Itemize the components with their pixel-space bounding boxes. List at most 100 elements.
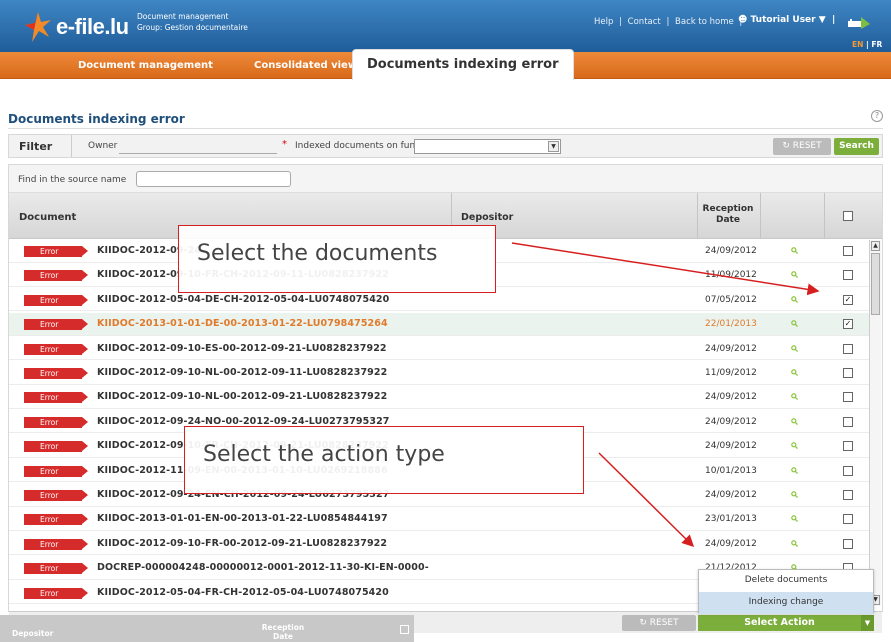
depositor-cell — [451, 362, 697, 384]
e-file-logo[interactable]: e-file.lu — [24, 8, 144, 48]
magnifier-icon[interactable] — [791, 417, 798, 425]
magnifier-icon[interactable] — [791, 466, 798, 474]
chevron-down-icon[interactable]: ▼ — [861, 615, 874, 631]
reception-date: 22/01/2013 — [705, 319, 757, 330]
document-name[interactable]: KIIDOC-2012-05-04-DE-CH-2012-05-04-LU074… — [97, 294, 389, 305]
row-checkbox[interactable] — [843, 246, 853, 256]
filter-divider — [71, 135, 72, 157]
menu-item-delete-documents[interactable]: Delete documents — [699, 570, 873, 592]
scroll-thumb[interactable] — [871, 253, 880, 315]
row-checkbox[interactable] — [843, 416, 853, 427]
magnifier-icon[interactable] — [791, 491, 798, 498]
back-home-link[interactable]: Back to home — [675, 17, 734, 27]
scroll-up-icon[interactable]: ▲ — [871, 241, 880, 251]
error-badge: Error — [24, 441, 88, 453]
logout-icon[interactable] — [847, 16, 871, 30]
row-checkbox[interactable] — [843, 514, 853, 525]
reception-date: 24/09/2012 — [705, 392, 757, 403]
row-checkbox[interactable] — [843, 441, 853, 452]
document-name[interactable]: KIIDOC-2012-09-10-NL-00-2012-09-21-LU082… — [97, 391, 387, 402]
document-name[interactable]: KIIDOC-2012-05-04-FR-CH-2012-05-04-LU074… — [97, 587, 389, 598]
select-action-button[interactable]: Select Action — [698, 615, 861, 631]
table-row[interactable]: Error KIIDOC-2012-09-10-NL-00-2012-09-11-… — [9, 362, 869, 385]
magnifier-icon[interactable] — [791, 320, 798, 328]
tab-document-management[interactable]: Document management — [78, 52, 213, 79]
table-row[interactable]: Error KIIDOC-2012-09-10-NL-00-2012-09-21-… — [9, 386, 869, 409]
column-document[interactable]: Document — [19, 212, 76, 223]
table-row[interactable]: Error KIIDOC-2012-09-10-ES-00-2012-09-21-… — [9, 338, 869, 361]
user-icon: ☻ — [738, 15, 748, 25]
document-name[interactable]: KIIDOC-2012-09-10-FR-00-2012-09-21-LU082… — [97, 538, 387, 549]
select-all-checkbox[interactable] — [843, 211, 853, 221]
help-link[interactable]: Help — [594, 17, 613, 27]
ghost-reception-label: Reception Date — [261, 623, 305, 641]
table-row[interactable]: Error KIIDOC-2013-01-01-DE-00-2013-01-22-… — [9, 313, 869, 336]
source-name-search-input[interactable] — [136, 171, 291, 187]
row-checkbox[interactable] — [843, 343, 853, 354]
user-name: Tutorial User — [750, 15, 816, 25]
filter-reset-button[interactable]: ↻ RESET — [773, 138, 831, 155]
vertical-scrollbar[interactable]: ▲ ▼ — [869, 240, 881, 606]
row-checkbox[interactable] — [843, 465, 853, 476]
grid-reset-button[interactable]: ↻ RESET — [622, 615, 696, 631]
magnifier-icon[interactable] — [791, 515, 798, 523]
magnifier-icon[interactable] — [791, 295, 798, 303]
row-checkbox[interactable]: ✓ — [843, 319, 853, 330]
magnifier-icon[interactable] — [791, 442, 798, 450]
reception-date: 24/09/2012 — [705, 246, 757, 256]
magnifier-icon[interactable] — [791, 393, 798, 401]
reception-date: 24/09/2012 — [705, 490, 757, 500]
tab-consolidated-view[interactable]: Consolidated view — [254, 52, 357, 79]
table-row[interactable]: Error KIIDOC-2012-09-10-FR-00-2012-09-21-… — [9, 533, 869, 556]
document-name[interactable]: KIIDOC-2013-01-01-EN-00-2013-01-22-LU085… — [97, 513, 388, 524]
reception-date: 07/05/2012 — [705, 294, 757, 305]
user-separator: | — [828, 15, 836, 25]
magnifier-icon[interactable] — [791, 539, 798, 547]
document-name[interactable]: KIIDOC-2012-09-10-ES-00-2012-09-21-LU082… — [97, 343, 387, 354]
column-depositor[interactable]: Depositor — [461, 212, 513, 223]
contact-link[interactable]: Contact — [628, 17, 661, 27]
magnifier-icon[interactable] — [791, 344, 798, 352]
row-checkbox[interactable]: ✓ — [843, 294, 853, 305]
reception-date: 24/09/2012 — [705, 441, 757, 452]
owner-label: Owner — [88, 141, 118, 151]
error-badge: Error — [24, 490, 88, 501]
lang-fr[interactable]: FR — [871, 40, 882, 49]
magnifier-icon[interactable] — [791, 369, 798, 376]
action-menu: Delete documents Indexing change — [698, 569, 874, 614]
row-checkbox[interactable] — [843, 538, 853, 549]
depositor-cell — [451, 582, 697, 604]
language-switch: EN | FR — [852, 40, 882, 49]
table-row[interactable]: Error KIIDOC-2013-01-01-EN-00-2013-01-22-… — [9, 508, 869, 531]
link-separator: | — [619, 17, 622, 27]
row-checkbox[interactable] — [843, 270, 853, 281]
error-badge: Error — [24, 368, 88, 379]
column-reception-date[interactable]: Reception Date — [701, 204, 755, 226]
magnifier-icon[interactable] — [791, 271, 798, 279]
error-badge: Error — [24, 246, 88, 257]
help-icon[interactable]: ? — [871, 110, 883, 122]
e-file-logo-mark — [25, 12, 51, 42]
search-button[interactable]: Search — [834, 138, 879, 155]
lang-en[interactable]: EN — [852, 40, 863, 49]
magnifier-icon[interactable] — [791, 247, 798, 254]
callout-select-documents: Select the documents — [178, 225, 496, 293]
row-checkbox[interactable] — [843, 368, 853, 378]
reset-icon: ↻ — [782, 141, 790, 151]
tab-documents-indexing-error[interactable]: Documents indexing error — [352, 49, 574, 80]
fund-select[interactable]: ▼ — [414, 139, 561, 154]
menu-item-indexing-change[interactable]: Indexing change — [699, 592, 873, 614]
document-name[interactable]: DOCREP-000004248-00000012-0001-2012-11-3… — [97, 562, 429, 573]
owner-field[interactable] — [119, 140, 277, 154]
reception-date: 11/09/2012 — [705, 368, 757, 378]
callout-select-action-type: Select the action type — [184, 426, 584, 494]
reception-date: 24/09/2012 — [705, 538, 757, 549]
error-badge: Error — [24, 319, 88, 331]
row-checkbox[interactable] — [843, 490, 853, 500]
ghost-grid-header: Depositor Reception Date — [0, 615, 414, 642]
row-checkbox[interactable] — [843, 392, 853, 403]
user-menu[interactable]: ☻ Tutorial User ▼ | — [738, 15, 835, 25]
link-separator: | — [666, 17, 670, 27]
document-name[interactable]: KIIDOC-2012-09-10-NL-00-2012-09-11-LU082… — [97, 367, 387, 378]
document-name[interactable]: KIIDOC-2013-01-01-DE-00-2013-01-22-LU079… — [97, 318, 388, 329]
